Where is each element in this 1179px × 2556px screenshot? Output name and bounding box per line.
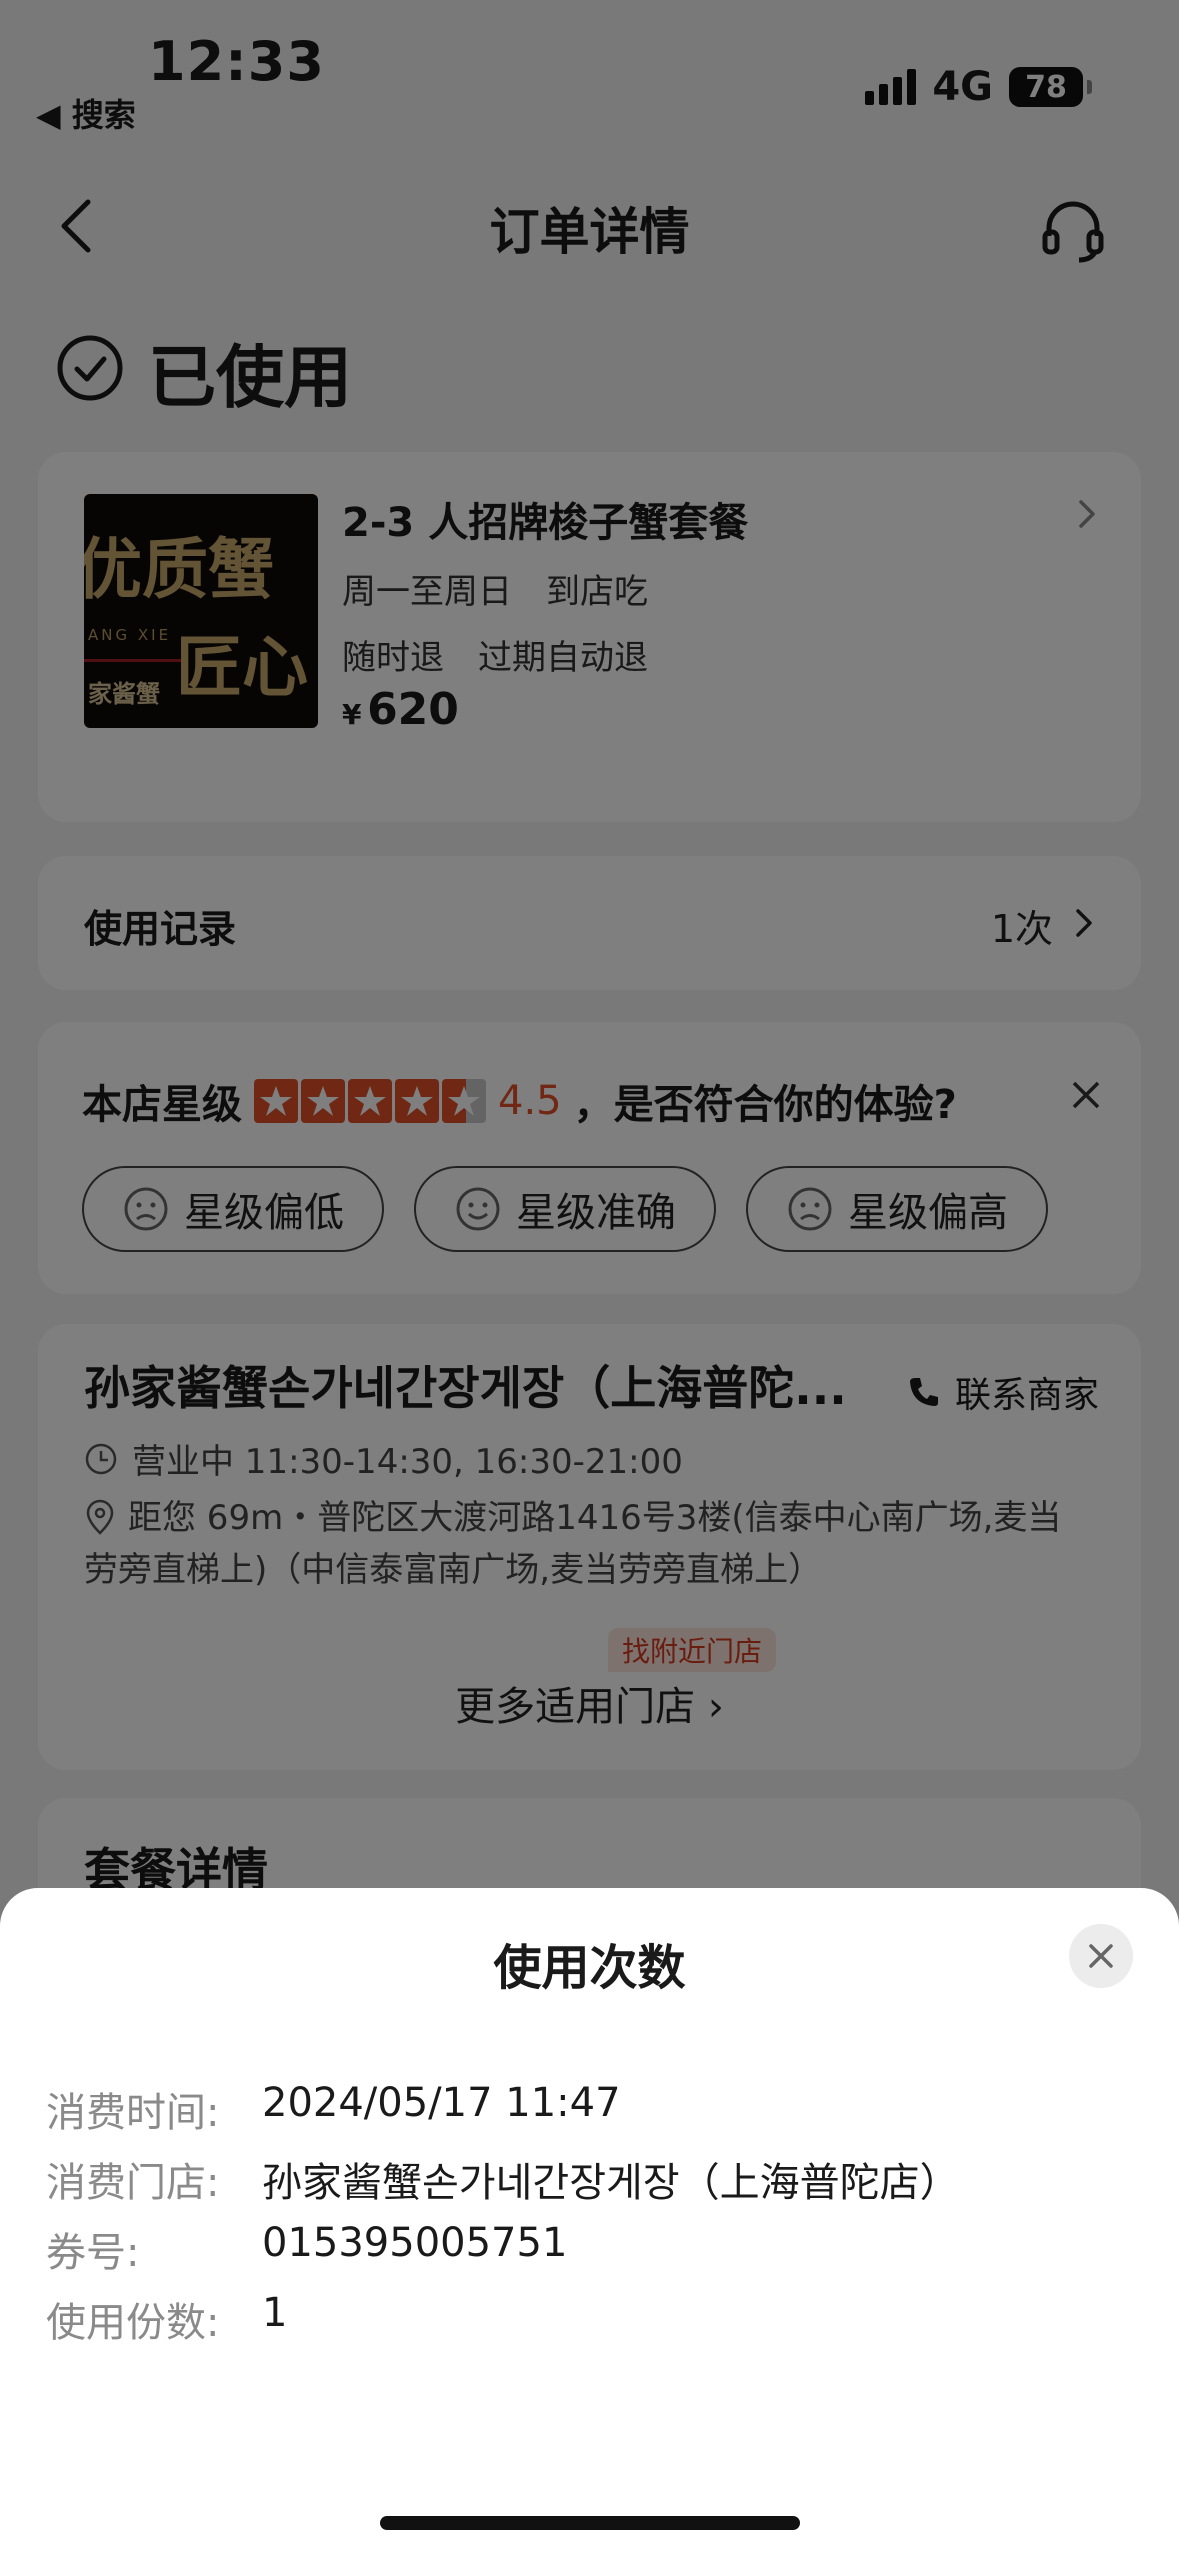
detail-label: 使用份数: xyxy=(46,2300,220,2346)
detail-value: 1 xyxy=(262,2290,288,2336)
detail-label: 消费门店: xyxy=(46,2160,220,2206)
order-detail-page: 12:33 ◀ 搜索 4G 78 订单详情 已使用 优质蟹 ANG XIE 家酱… xyxy=(0,0,1179,2556)
detail-label: 消费时间: xyxy=(46,2090,220,2136)
sheet-title: 使用次数 xyxy=(493,1940,686,1996)
detail-value: 2024/05/17 11:47 xyxy=(262,2080,621,2126)
detail-row-quantity: 使用份数: 1 xyxy=(46,2290,287,2348)
detail-row-coupon: 券号: 015395005751 xyxy=(46,2220,567,2278)
detail-value: 015395005751 xyxy=(262,2220,568,2266)
sheet-close-button[interactable] xyxy=(1069,1924,1133,1988)
close-icon xyxy=(1089,1944,1113,1968)
home-indicator[interactable] xyxy=(380,2516,800,2530)
detail-label: 券号: xyxy=(46,2230,140,2276)
detail-row-time: 消费时间: 2024/05/17 11:47 xyxy=(46,2080,621,2138)
detail-row-store: 消费门店: 孙家酱蟹손가네간장게장（上海普陀店） xyxy=(46,2150,960,2208)
detail-value: 孙家酱蟹손가네간장게장（上海普陀店） xyxy=(262,2160,960,2206)
